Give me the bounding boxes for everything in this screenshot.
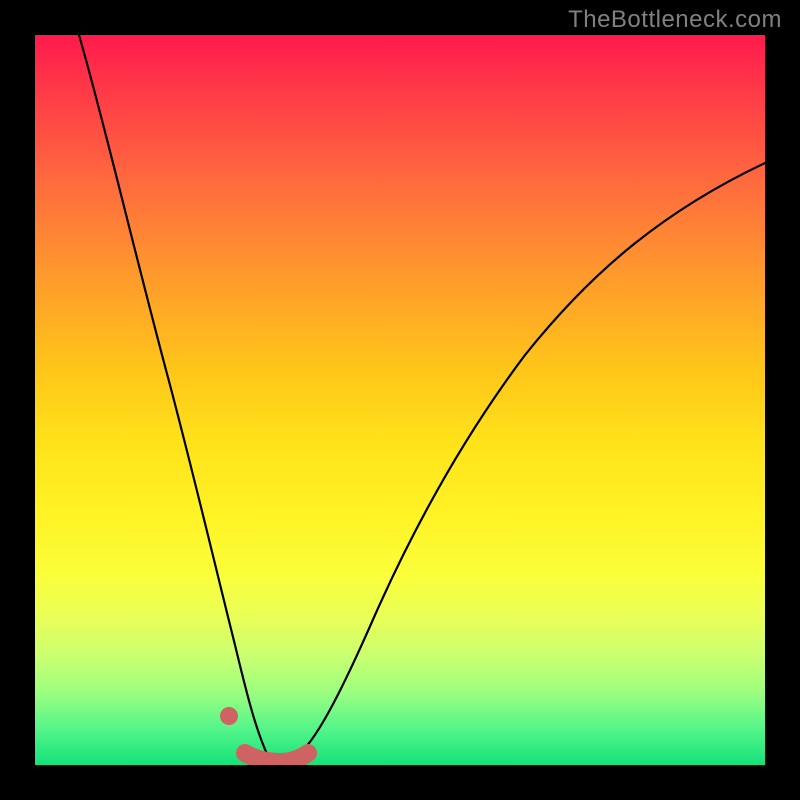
frame-border (765, 0, 800, 800)
chart-plot-area (35, 35, 765, 765)
frame-border (0, 0, 35, 800)
frame-border (0, 765, 800, 800)
frame-border (0, 0, 800, 35)
